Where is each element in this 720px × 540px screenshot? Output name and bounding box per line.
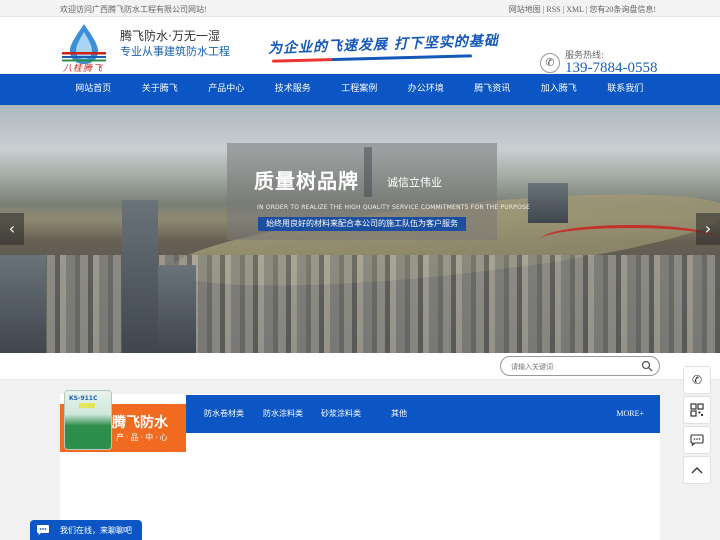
nav-news[interactable]: 腾飞资讯	[459, 74, 526, 105]
product-bucket-image: KS-911C	[64, 390, 112, 450]
product-panel: 防水卷材类 防水涂料类 砂浆涂料类 其他 MORE+ KS-911C 腾飞防水 …	[60, 390, 660, 540]
welcome-text: 欢迎访问广西腾飞防水工程有限公司网站!	[60, 5, 207, 14]
banner-subtitle: 诚信立伟业	[387, 176, 442, 189]
brand-block: 腾飞防水·万无一湿 专业从事建筑防水工程	[120, 29, 230, 59]
banner-prev-arrow-icon[interactable]: ‹	[0, 213, 24, 245]
nav-tech-service[interactable]: 技术服务	[260, 74, 327, 105]
online-chat-button[interactable]: 我们在线，来聊聊吧	[30, 520, 142, 540]
nav-cases[interactable]: 工程案例	[326, 74, 393, 105]
category-bar: 防水卷材类 防水涂料类 砂浆涂料类 其他 MORE+	[186, 395, 660, 433]
top-bar: 欢迎访问广西腾飞防水工程有限公司网站! 网站地图 | RSS | XML | 您…	[0, 0, 720, 17]
chat-bubble-icon	[37, 525, 49, 536]
banner-title: 质量树品牌	[254, 169, 359, 193]
nav-contact[interactable]: 联系我们	[592, 74, 659, 105]
bucket-tag	[79, 403, 95, 408]
main-nav: 网站首页 关于腾飞 产品中心 技术服务 工程案例 办公环境 腾飞资讯 加入腾飞 …	[0, 74, 720, 105]
banner-tower	[0, 255, 46, 353]
bucket-label: KS-911C	[69, 395, 98, 402]
product-center-header: KS-911C 腾飞防水 产·品·中·心	[60, 390, 186, 452]
brand-tagline: 腾飞防水·万无一湿	[120, 29, 220, 43]
nav-office[interactable]: 办公环境	[393, 74, 460, 105]
sidebar-qrcode-icon[interactable]	[683, 396, 711, 424]
sidebar-back-to-top-icon[interactable]	[683, 456, 711, 484]
product-section: 防水卷材类 防水涂料类 砂浆涂料类 其他 MORE+ KS-911C 腾飞防水 …	[0, 380, 720, 540]
category-coating[interactable]: 防水涂料类	[263, 395, 303, 433]
category-membrane[interactable]: 防水卷材类	[204, 395, 244, 433]
phone-icon: ✆	[540, 53, 560, 73]
logo-text: 八桂腾飞	[63, 64, 104, 74]
xml-link[interactable]: XML	[566, 5, 583, 14]
top-links: 网站地图 | RSS | XML | 您有20条询盘信息!	[508, 5, 656, 14]
inquiry-link[interactable]: 您有20条询盘信息!	[589, 5, 656, 14]
banner-city	[0, 255, 720, 353]
banner-tower	[158, 265, 196, 353]
category-mortar[interactable]: 砂浆涂料类	[321, 395, 361, 433]
search-icon[interactable]	[641, 360, 653, 372]
nav-products[interactable]: 产品中心	[193, 74, 260, 105]
banner-bridge	[540, 225, 720, 255]
hero-banner: 质量树品牌 诚信立伟业 IN ORDER TO REALIZE THE HIGH…	[0, 105, 720, 353]
sitemap-link[interactable]: 网站地图	[509, 5, 541, 14]
site-header: 八桂腾飞 腾飞防水·万无一湿 专业从事建筑防水工程 为企业的飞速发展 打下坚实的…	[0, 17, 720, 76]
banner-tower	[122, 200, 158, 353]
more-link[interactable]: MORE+	[616, 395, 644, 433]
chat-text: 我们在线，来聊聊吧	[60, 526, 132, 535]
search-strip	[0, 353, 720, 380]
nav-about[interactable]: 关于腾飞	[127, 74, 194, 105]
nav-home[interactable]: 网站首页	[60, 74, 127, 105]
banner-bar-text: 始终用良好的材料来配合本公司的施工队伍为客户服务	[258, 217, 466, 231]
search-box	[500, 356, 660, 376]
sidebar-message-icon[interactable]	[683, 426, 711, 454]
search-input[interactable]	[511, 360, 631, 373]
category-other[interactable]: 其他	[391, 395, 407, 433]
brand-description: 专业从事建筑防水工程	[120, 45, 230, 58]
banner-english: IN ORDER TO REALIZE THE HIGH QUALITY SER…	[257, 204, 531, 211]
sidebar-phone-icon[interactable]: ✆	[683, 366, 711, 394]
rss-link[interactable]: RSS	[546, 5, 560, 14]
product-center-title: 腾飞防水	[112, 415, 168, 431]
banner-caption: 质量树品牌 诚信立伟业 IN ORDER TO REALIZE THE HIGH…	[227, 143, 530, 240]
product-center-subtitle: 产·品·中·心	[116, 433, 170, 442]
nav-join[interactable]: 加入腾飞	[526, 74, 593, 105]
banner-tower	[528, 183, 568, 223]
banner-next-arrow-icon[interactable]: ›	[696, 213, 720, 245]
